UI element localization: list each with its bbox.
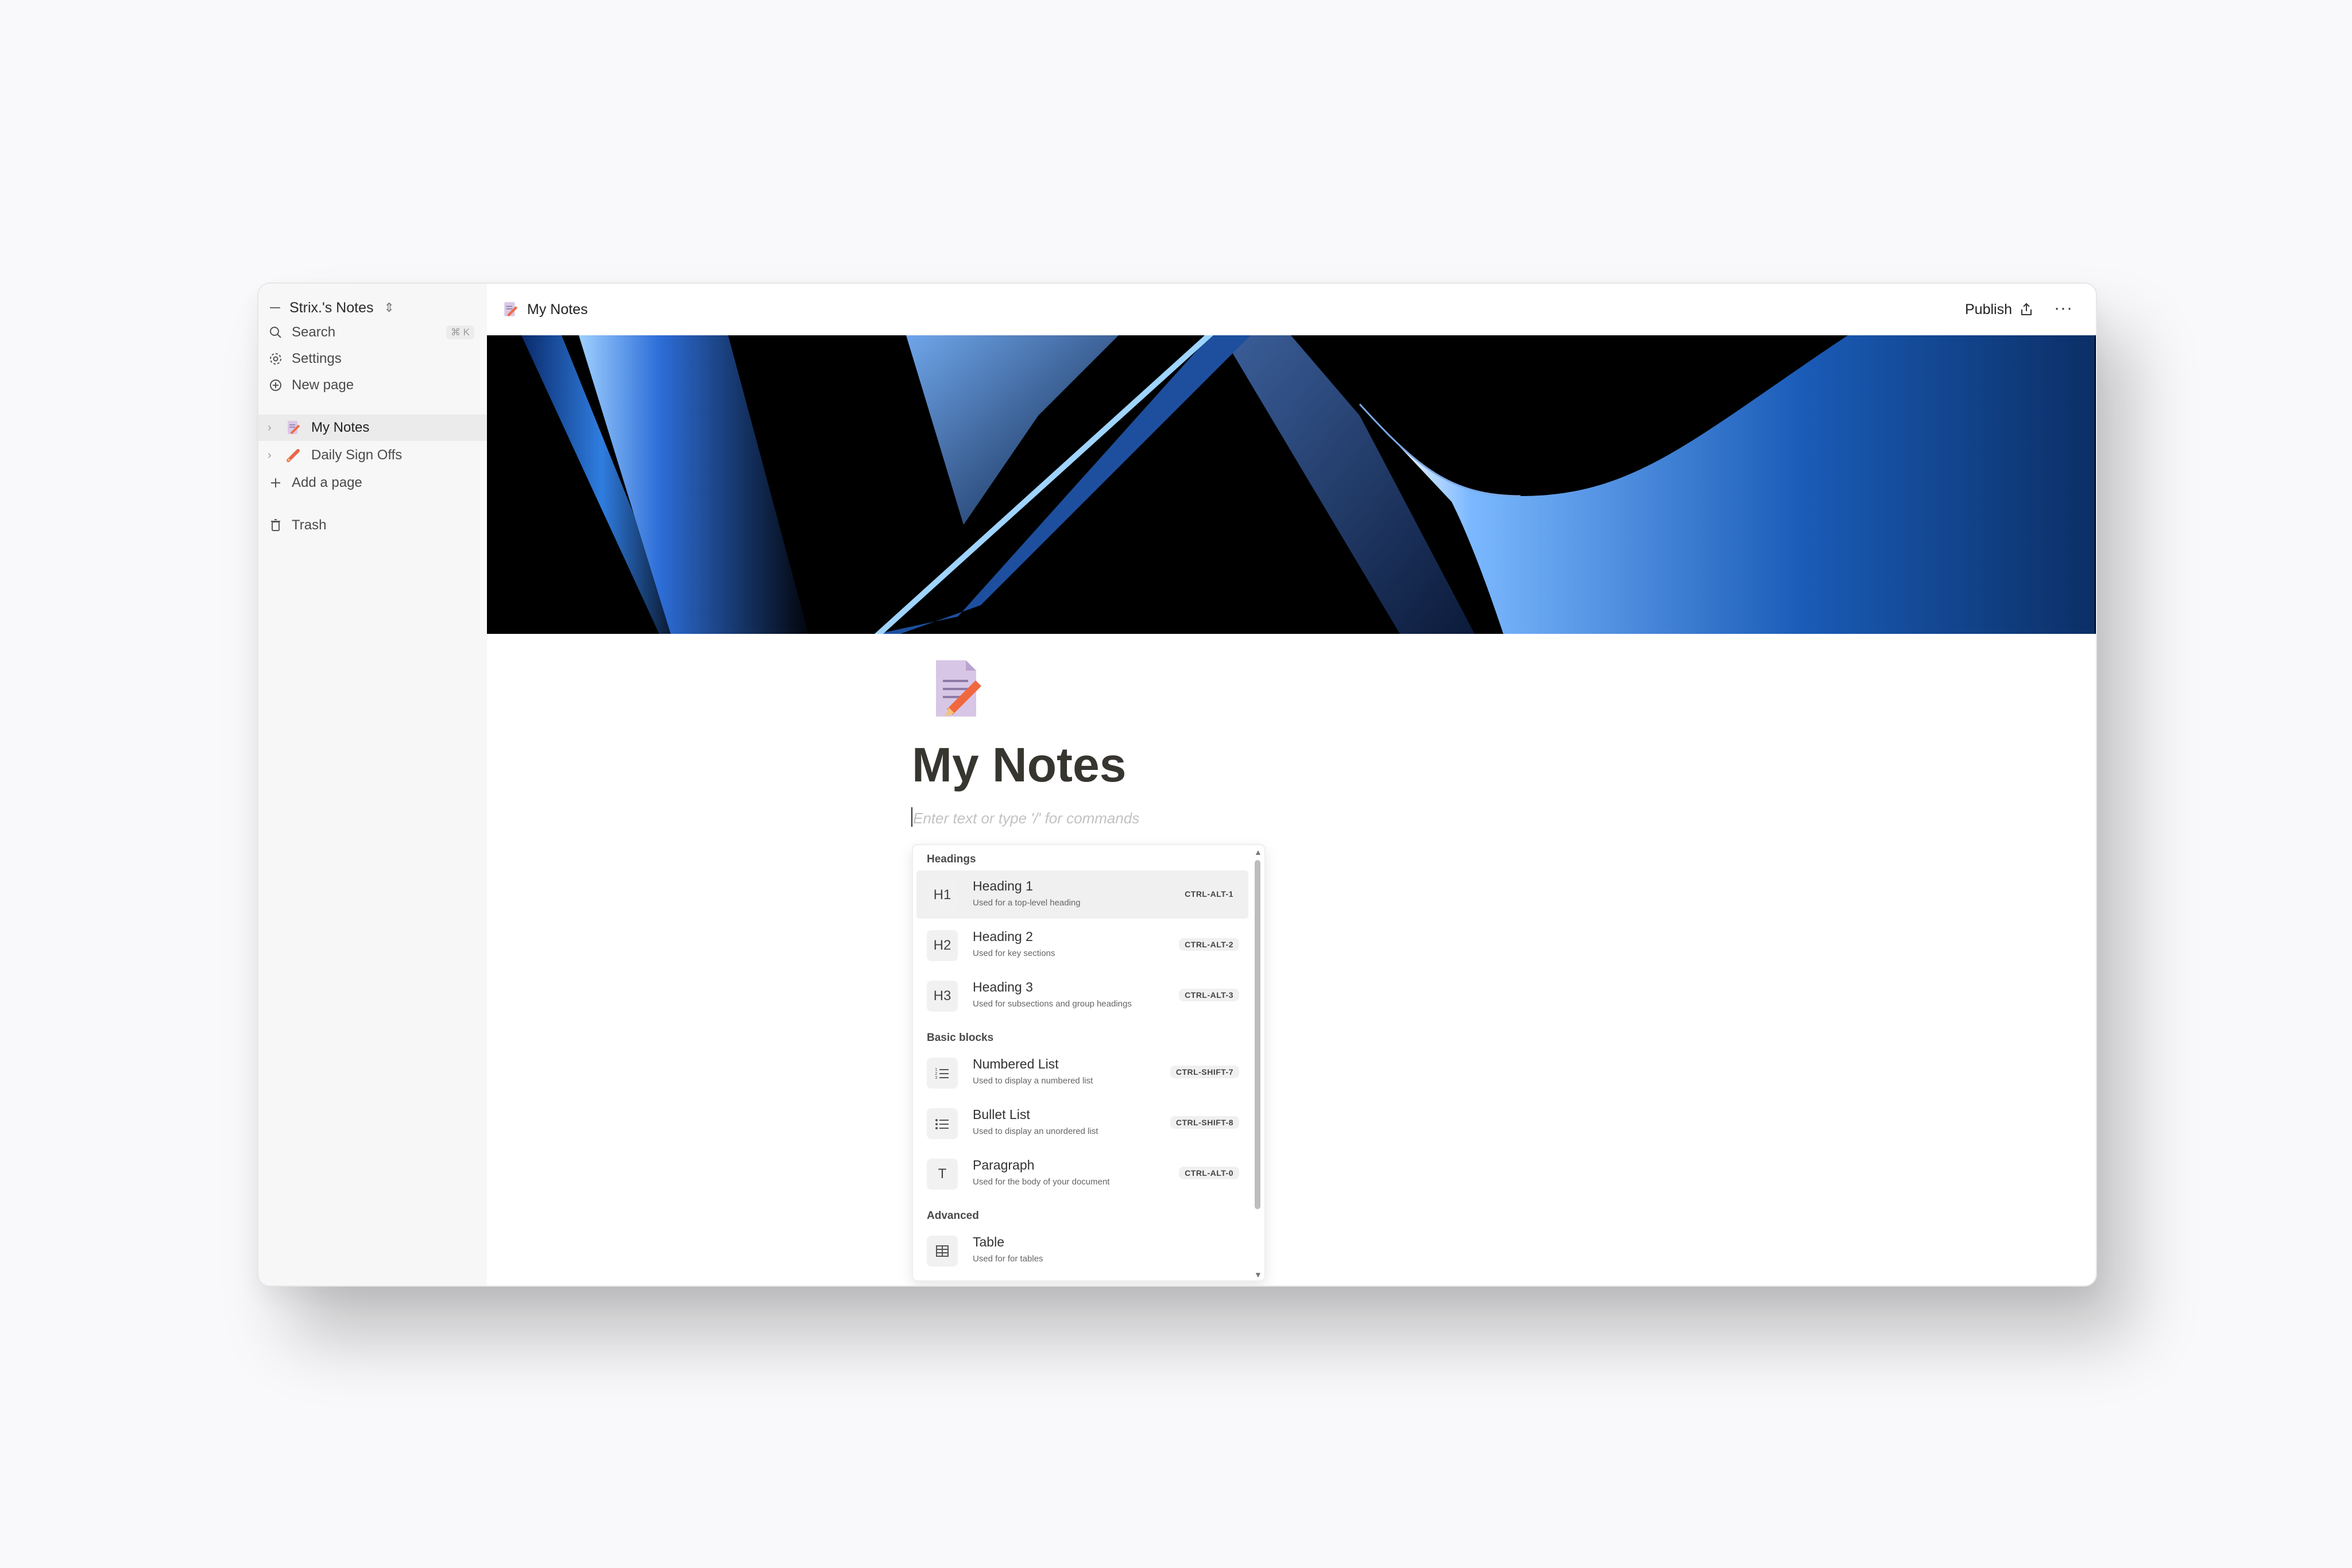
numbered-list-icon: 123 bbox=[927, 1058, 958, 1089]
more-options-button[interactable]: ··· bbox=[2054, 299, 2073, 318]
trash-icon bbox=[268, 517, 284, 533]
menu-item-shortcut: CTRL-ALT-1 bbox=[1179, 888, 1239, 900]
menu-item-heading-2[interactable]: H2 Heading 2 Used for key sections CTRL-… bbox=[916, 921, 1248, 969]
paragraph-icon: T bbox=[927, 1159, 958, 1190]
menu-item-label: Numbered List bbox=[973, 1056, 1059, 1071]
table-icon bbox=[927, 1236, 958, 1267]
menu-item-shortcut: CTRL-SHIFT-8 bbox=[1170, 1116, 1239, 1129]
menu-item-heading-1[interactable]: H1 Heading 1 Used for a top-level headin… bbox=[916, 870, 1248, 919]
share-icon bbox=[2021, 303, 2032, 315]
sidebar-item-my-notes[interactable]: › My Notes bbox=[258, 415, 487, 441]
publish-label: Publish bbox=[1965, 301, 2012, 318]
gear-icon bbox=[268, 351, 284, 367]
menu-item-shortcut: CTRL-SHIFT-7 bbox=[1170, 1066, 1239, 1078]
memo-icon bbox=[285, 419, 302, 436]
chevron-right-icon[interactable]: › bbox=[268, 421, 278, 435]
heading-2-icon: H2 bbox=[927, 930, 958, 961]
menu-item-desc: Used for key sections bbox=[973, 948, 1055, 958]
search-icon bbox=[268, 324, 284, 340]
menu-item-label: Table bbox=[973, 1234, 1004, 1249]
slash-command-menu: Headings H1 Heading 1 Used for a top-lev… bbox=[912, 844, 1266, 1281]
menu-item-heading-3[interactable]: H3 Heading 3 Used for subsections and gr… bbox=[916, 971, 1248, 1020]
menu-section-heading: Advanced bbox=[927, 1210, 979, 1222]
page-memo-icon[interactable] bbox=[926, 657, 989, 720]
sidebar-trash[interactable]: Trash bbox=[258, 512, 487, 539]
menu-item-label: Bullet List bbox=[973, 1107, 1030, 1122]
menu-item-bullet-list[interactable]: Bullet List Used to display an unordered… bbox=[916, 1099, 1248, 1147]
menu-item-label: Heading 2 bbox=[973, 929, 1033, 944]
sidebar-add-page[interactable]: Add a page bbox=[258, 470, 487, 496]
page-title[interactable]: My Notes bbox=[912, 737, 1126, 793]
heading-3-icon: H3 bbox=[927, 981, 958, 1012]
search-label: Search bbox=[292, 324, 336, 340]
add-page-label: Add a page bbox=[292, 475, 362, 490]
scrollbar-thumb[interactable] bbox=[1255, 860, 1260, 1209]
menu-section-heading: Headings bbox=[927, 853, 976, 865]
plus-icon bbox=[268, 475, 284, 491]
editor-placeholder[interactable]: Enter text or type '/' for commands bbox=[913, 810, 1139, 827]
menu-item-shortcut: CTRL-ALT-0 bbox=[1179, 1167, 1239, 1179]
breadcrumb-label: My Notes bbox=[527, 301, 588, 318]
collapse-sidebar-icon[interactable] bbox=[270, 307, 280, 308]
menu-item-label: Paragraph bbox=[973, 1157, 1035, 1172]
publish-button[interactable]: Publish bbox=[1965, 297, 2034, 322]
menu-item-desc: Used for the body of your document bbox=[973, 1177, 1110, 1187]
sidebar-search[interactable]: Search ⌘ K bbox=[258, 319, 487, 346]
menu-item-desc: Used for subsections and group headings bbox=[973, 999, 1132, 1009]
menu-section-heading: Basic blocks bbox=[927, 1032, 994, 1044]
text-caret bbox=[911, 807, 912, 827]
scroll-up-icon[interactable]: ▲ bbox=[1254, 847, 1262, 857]
bullet-list-icon bbox=[927, 1108, 958, 1139]
sidebar-item-label: Daily Sign Offs bbox=[311, 447, 403, 463]
menu-item-desc: Used to display a numbered list bbox=[973, 1076, 1093, 1086]
heading-1-icon: H1 bbox=[927, 880, 958, 911]
menu-scrollbar[interactable]: ▲ ▼ bbox=[1253, 845, 1262, 1280]
chevron-right-icon[interactable]: › bbox=[268, 449, 278, 462]
menu-item-paragraph[interactable]: T Paragraph Used for the body of your do… bbox=[916, 1149, 1248, 1198]
sidebar: Strix.'s Notes ⇕ Search ⌘ K Settings New… bbox=[258, 284, 487, 1286]
menu-item-shortcut: CTRL-ALT-2 bbox=[1179, 938, 1239, 951]
sidebar-item-daily-sign-offs[interactable]: › Daily Sign Offs bbox=[258, 442, 487, 469]
menu-item-label: Heading 3 bbox=[973, 979, 1033, 994]
scroll-down-icon[interactable]: ▼ bbox=[1254, 1270, 1262, 1279]
workspace-name: Strix.'s Notes bbox=[289, 299, 374, 316]
breadcrumb[interactable]: My Notes bbox=[502, 301, 588, 318]
menu-item-desc: Used for for tables bbox=[973, 1254, 1043, 1264]
search-shortcut: ⌘ K bbox=[446, 326, 474, 339]
menu-item-desc: Used to display an unordered list bbox=[973, 1126, 1098, 1136]
menu-item-label: Heading 1 bbox=[973, 878, 1033, 893]
menu-item-table[interactable]: Table Used for for tables bbox=[916, 1226, 1248, 1275]
pencil-icon bbox=[285, 447, 302, 464]
cover-image bbox=[487, 335, 2096, 634]
sidebar-settings[interactable]: Settings bbox=[258, 346, 487, 372]
sidebar-new-page[interactable]: New page bbox=[258, 372, 487, 398]
memo-icon bbox=[502, 301, 519, 318]
menu-item-shortcut: CTRL-ALT-3 bbox=[1179, 989, 1239, 1001]
top-bar: My Notes Publish ··· bbox=[487, 284, 2096, 335]
new-page-label: New page bbox=[292, 377, 354, 393]
plus-circle-icon bbox=[268, 377, 284, 393]
app-window: Strix.'s Notes ⇕ Search ⌘ K Settings New… bbox=[257, 282, 2097, 1287]
trash-label: Trash bbox=[292, 517, 327, 533]
sidebar-item-label: My Notes bbox=[311, 420, 370, 435]
settings-label: Settings bbox=[292, 351, 342, 366]
svg-text:3: 3 bbox=[935, 1075, 937, 1079]
workspace-switcher[interactable]: Strix.'s Notes ⇕ bbox=[266, 293, 394, 323]
menu-item-desc: Used for a top-level heading bbox=[973, 898, 1081, 908]
chevron-updown-icon: ⇕ bbox=[384, 300, 394, 315]
menu-item-numbered-list[interactable]: 123 Numbered List Used to display a numb… bbox=[916, 1048, 1248, 1097]
